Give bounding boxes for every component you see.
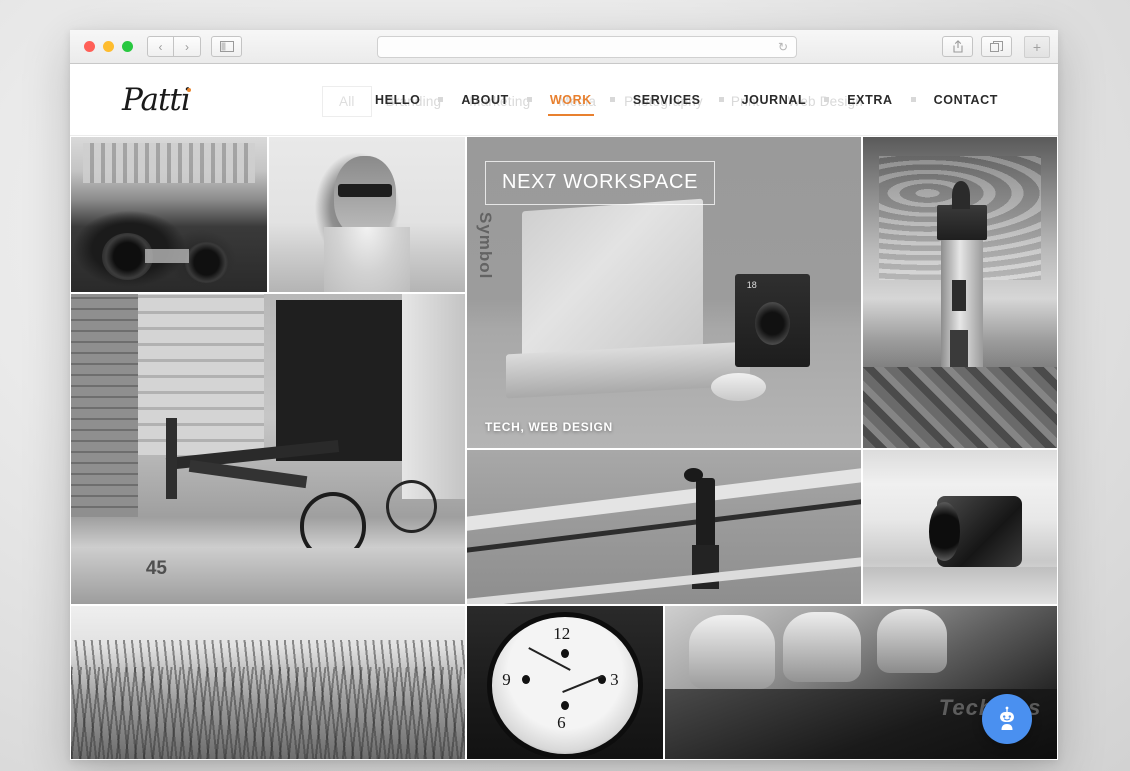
main-navigation: HELLO ABOUT WORK SERVICES JOURNAL EXTRA … <box>373 89 1000 116</box>
logo-accent-dot <box>186 87 191 92</box>
forward-button[interactable]: › <box>174 36 201 57</box>
toolbar-right-actions: + <box>942 35 1050 58</box>
nav-item-journal[interactable]: JOURNAL <box>740 89 809 111</box>
browser-nav-buttons: ‹ › <box>147 36 201 57</box>
nav-separator <box>910 97 916 102</box>
tabs-icon[interactable] <box>981 36 1012 57</box>
tile-field[interactable] <box>71 606 465 759</box>
tile-portrait-image <box>269 137 465 292</box>
tile-lighthouse[interactable] <box>863 137 1057 448</box>
nav-item-contact[interactable]: CONTACT <box>932 89 1000 111</box>
filter-all[interactable]: All <box>322 86 372 117</box>
nav-separator <box>718 97 724 102</box>
nav-item-work[interactable]: WORK <box>547 89 594 116</box>
site-logo-text: Patti <box>122 81 191 118</box>
tile-bicycle-image: 45 <box>71 294 465 604</box>
nav-item-services[interactable]: SERVICES <box>631 89 703 111</box>
nav-item-hello[interactable]: HELLO <box>373 89 422 111</box>
sidebar-toggle-icon[interactable] <box>211 36 242 57</box>
nav-separator <box>438 97 444 102</box>
close-window-button[interactable] <box>84 41 95 52</box>
browser-toolbar: ‹ › ↻ + <box>70 30 1058 64</box>
nav-separator <box>526 97 532 102</box>
address-bar[interactable]: ↻ <box>377 35 797 58</box>
tile-lens-image <box>863 450 1057 604</box>
tile-bicycle[interactable]: 45 <box>71 294 465 604</box>
tile-lens[interactable] <box>863 450 1057 604</box>
maximize-window-button[interactable] <box>122 41 133 52</box>
share-icon[interactable] <box>942 36 973 57</box>
site-header: Patti All Branding Marketing Media Photo… <box>70 64 1058 136</box>
nav-separator <box>824 97 830 102</box>
minimize-window-button[interactable] <box>103 41 114 52</box>
tile-workspace[interactable]: 18 Symbol NEX7 WORKSPACE TECH, WEB DESIG… <box>467 137 861 448</box>
portfolio-gallery: 18 Symbol NEX7 WORKSPACE TECH, WEB DESIG… <box>70 136 1058 760</box>
tile-field-image <box>71 606 465 759</box>
chat-bot-button[interactable] <box>982 694 1032 744</box>
tile-crosswalk[interactable] <box>467 450 861 604</box>
new-tab-button[interactable]: + <box>1024 35 1050 58</box>
featured-overlay-title: NEX7 WORKSPACE <box>485 161 716 205</box>
reload-icon[interactable]: ↻ <box>778 40 788 54</box>
tile-crosswalk-image <box>467 450 861 604</box>
site-logo[interactable]: Patti <box>122 82 191 118</box>
chat-bot-icon <box>1000 706 1014 730</box>
nav-item-extra[interactable]: EXTRA <box>845 89 894 111</box>
back-button[interactable]: ‹ <box>147 36 174 57</box>
window-controls <box>84 41 133 52</box>
tile-clock-image: 12 3 6 9 <box>467 606 663 759</box>
tile-portrait[interactable] <box>269 137 465 292</box>
nav-item-about[interactable]: ABOUT <box>459 89 510 111</box>
tile-vintage-car-image <box>71 137 267 292</box>
tile-vintage-car[interactable] <box>71 137 267 292</box>
featured-overlay-caption: TECH, WEB DESIGN <box>485 420 613 434</box>
address-bar-area: ↻ <box>242 35 932 58</box>
nav-separator <box>609 97 615 102</box>
tile-clock[interactable]: 12 3 6 9 <box>467 606 663 759</box>
tile-lighthouse-image <box>863 137 1057 448</box>
browser-window: ‹ › ↻ + Patti All Branding Marketing Med… <box>70 30 1058 760</box>
